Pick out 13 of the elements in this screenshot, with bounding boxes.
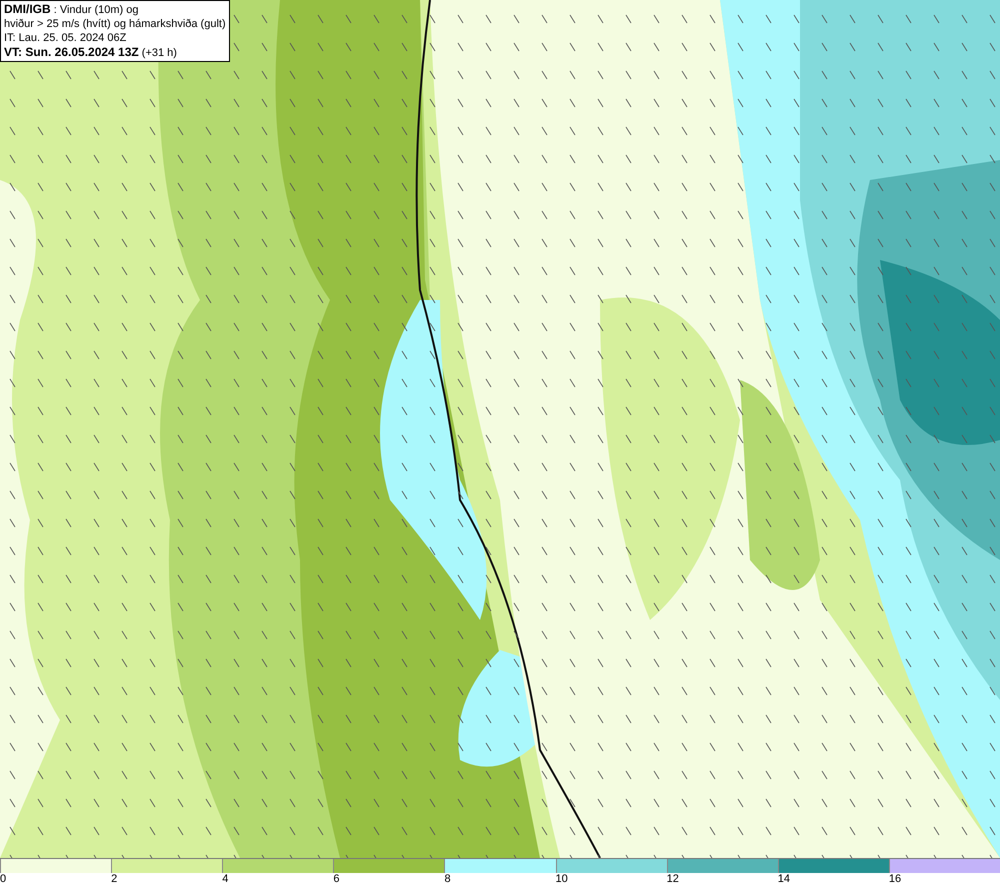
legend-label: 12: [666, 873, 679, 886]
title-line: IT: Lau. 25. 05. 2024 06Z: [4, 31, 128, 45]
legend-label: 6: [333, 873, 340, 886]
legend-label: 16: [888, 873, 902, 886]
legend-label: 4: [222, 873, 228, 886]
legend-label: 0: [0, 873, 6, 886]
title-line: VT: Sun. 26.05.2024 13Z (+31 h): [4, 45, 178, 60]
legend-label: 14: [778, 873, 790, 886]
legend-label: 10: [556, 873, 568, 886]
title-line: hviður > 25 m/s (hvítt) og hámarkshviða (gult): [4, 17, 226, 31]
legend-label: 8: [444, 873, 451, 886]
legend-label: 2: [111, 873, 118, 886]
title-line: DMI/IGB : Vindur (10m) og: [4, 2, 140, 17]
